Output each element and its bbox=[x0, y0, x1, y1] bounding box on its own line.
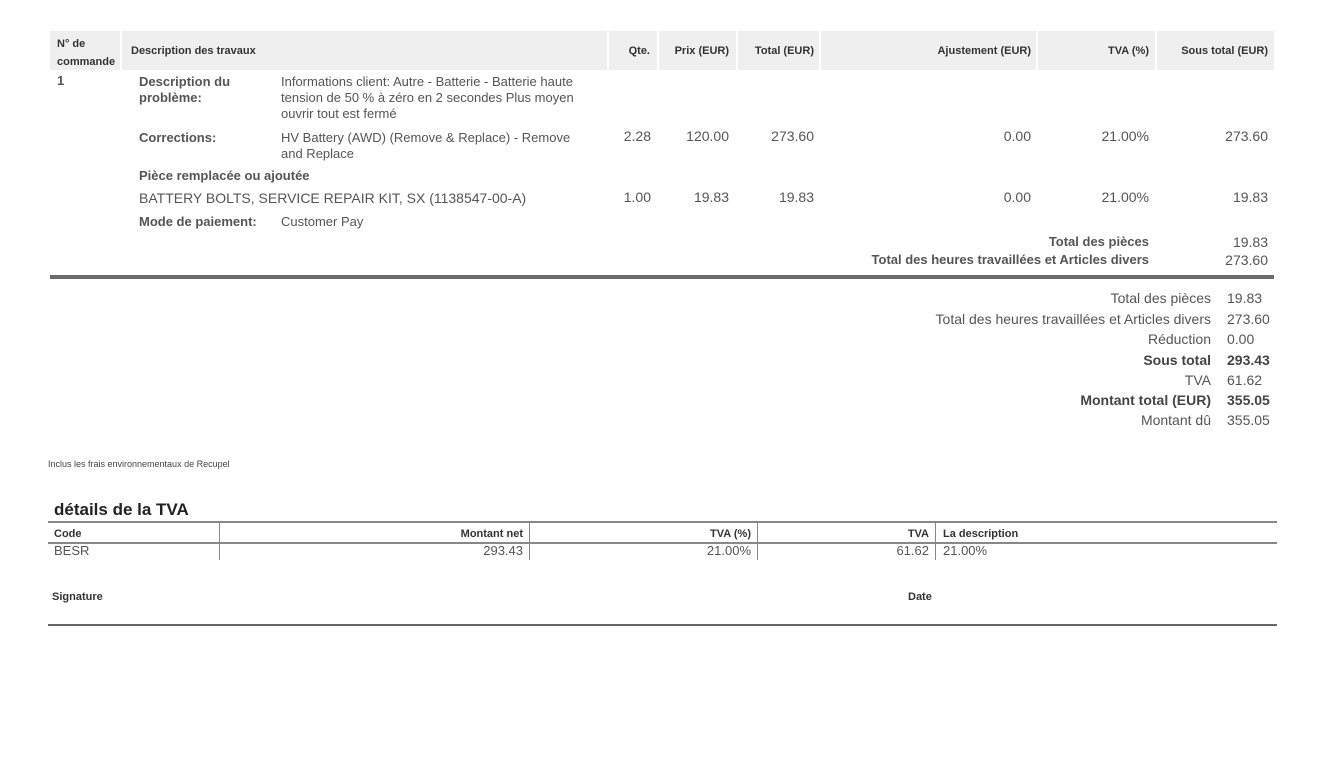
summary-due-label: Montant dû bbox=[1140, 412, 1211, 428]
corrections-total: 273.60 bbox=[771, 128, 814, 144]
vat-table-separator bbox=[757, 523, 758, 560]
vat-header-vat: TVA bbox=[907, 528, 929, 540]
corrections-vat: 21.00% bbox=[1101, 128, 1149, 144]
header-description: Description des travaux bbox=[131, 45, 256, 57]
part-qty: 1.00 bbox=[623, 189, 651, 205]
date-label: Date bbox=[908, 591, 932, 603]
part-total: 19.83 bbox=[778, 189, 814, 205]
header-total: Total (EUR) bbox=[754, 45, 814, 57]
summary-subtotal-value: 293.43 bbox=[1227, 352, 1270, 368]
payment-label: Mode de paiement: bbox=[139, 214, 257, 229]
corrections-qty: 2.28 bbox=[623, 128, 651, 144]
order-total-labor-value: 273.60 bbox=[1225, 252, 1268, 268]
vat-header-net: Montant net bbox=[460, 528, 523, 540]
header-separator bbox=[657, 31, 659, 70]
vat-row-vat: 61.62 bbox=[896, 543, 929, 558]
order-total-labor-label: Total des heures travaillées et Articles… bbox=[871, 252, 1149, 267]
summary-parts-label: Total des pièces bbox=[1110, 290, 1211, 306]
corrections-label: Corrections: bbox=[139, 130, 217, 145]
vat-table-separator bbox=[529, 523, 530, 560]
summary-total-value: 355.05 bbox=[1227, 392, 1270, 408]
header-qty: Qte. bbox=[628, 45, 650, 57]
header-subtotal: Sous total (EUR) bbox=[1181, 45, 1268, 57]
section-divider bbox=[50, 275, 1274, 279]
vat-row-net: 293.43 bbox=[483, 543, 523, 558]
summary-parts-value: 19.83 bbox=[1227, 290, 1263, 306]
header-separator bbox=[736, 31, 738, 70]
part-subtotal: 19.83 bbox=[1232, 189, 1268, 205]
recupel-note: Inclus les frais environnementaux de Rec… bbox=[48, 459, 230, 469]
signature-label: Signature bbox=[52, 591, 103, 603]
corrections-text: HV Battery (AWD) (Remove & Replace) - Re… bbox=[281, 130, 571, 161]
payment-text: Customer Pay bbox=[281, 214, 364, 229]
signature-line bbox=[48, 624, 1277, 626]
summary-labor-value: 273.60 bbox=[1227, 311, 1270, 327]
summary-subtotal-label: Sous total bbox=[1143, 352, 1211, 368]
part-price: 19.83 bbox=[693, 189, 729, 205]
summary-total-label: Montant total (EUR) bbox=[1080, 392, 1211, 408]
header-separator bbox=[1036, 31, 1038, 70]
vat-row-description: 21.00% bbox=[943, 543, 988, 558]
header-separator bbox=[1155, 31, 1157, 70]
header-adjustment: Ajustement (EUR) bbox=[937, 45, 1031, 57]
summary-discount-label: Réduction bbox=[1147, 331, 1211, 347]
header-separator bbox=[819, 31, 821, 70]
header-order-number: N° de commande bbox=[57, 38, 116, 68]
summary-labor-label: Total des heures travaillées et Articles… bbox=[935, 311, 1211, 327]
vat-details-title: détails de la TVA bbox=[54, 500, 189, 519]
header-vat-percent: TVA (%) bbox=[1108, 45, 1149, 57]
vat-row-code: BESR bbox=[54, 543, 90, 558]
order-number: 1 bbox=[57, 73, 65, 88]
order-total-parts-value: 19.83 bbox=[1232, 234, 1268, 250]
vat-header-description: La description bbox=[943, 528, 1019, 540]
summary-vat-label: TVA bbox=[1184, 372, 1211, 388]
vat-header-code: Code bbox=[54, 528, 82, 540]
header-price: Prix (EUR) bbox=[674, 45, 729, 57]
part-label: Pièce remplacée ou ajoutée bbox=[139, 168, 310, 183]
vat-table-separator bbox=[219, 523, 220, 560]
part-vat: 21.00% bbox=[1101, 189, 1149, 205]
problem-text: Informations client: Autre - Batterie - … bbox=[281, 74, 574, 121]
summary-due-value: 355.05 bbox=[1227, 412, 1270, 428]
vat-table-separator bbox=[935, 523, 936, 560]
corrections-subtotal: 273.60 bbox=[1225, 128, 1268, 144]
summary-discount-value: 0.00 bbox=[1227, 331, 1255, 347]
part-text: BATTERY BOLTS, SERVICE REPAIR KIT, SX (1… bbox=[139, 190, 527, 206]
problem-label: Description du problème: bbox=[139, 74, 231, 105]
order-total-parts-label: Total des pièces bbox=[1048, 234, 1149, 249]
summary-vat-value: 61.62 bbox=[1227, 372, 1263, 388]
part-adjustment: 0.00 bbox=[1003, 189, 1031, 205]
corrections-price: 120.00 bbox=[686, 128, 729, 144]
vat-row-vat-percent: 21.00% bbox=[706, 543, 751, 558]
vat-table-top-border bbox=[48, 521, 1277, 523]
vat-header-vat-percent: TVA (%) bbox=[710, 528, 751, 540]
corrections-adjustment: 0.00 bbox=[1003, 128, 1031, 144]
